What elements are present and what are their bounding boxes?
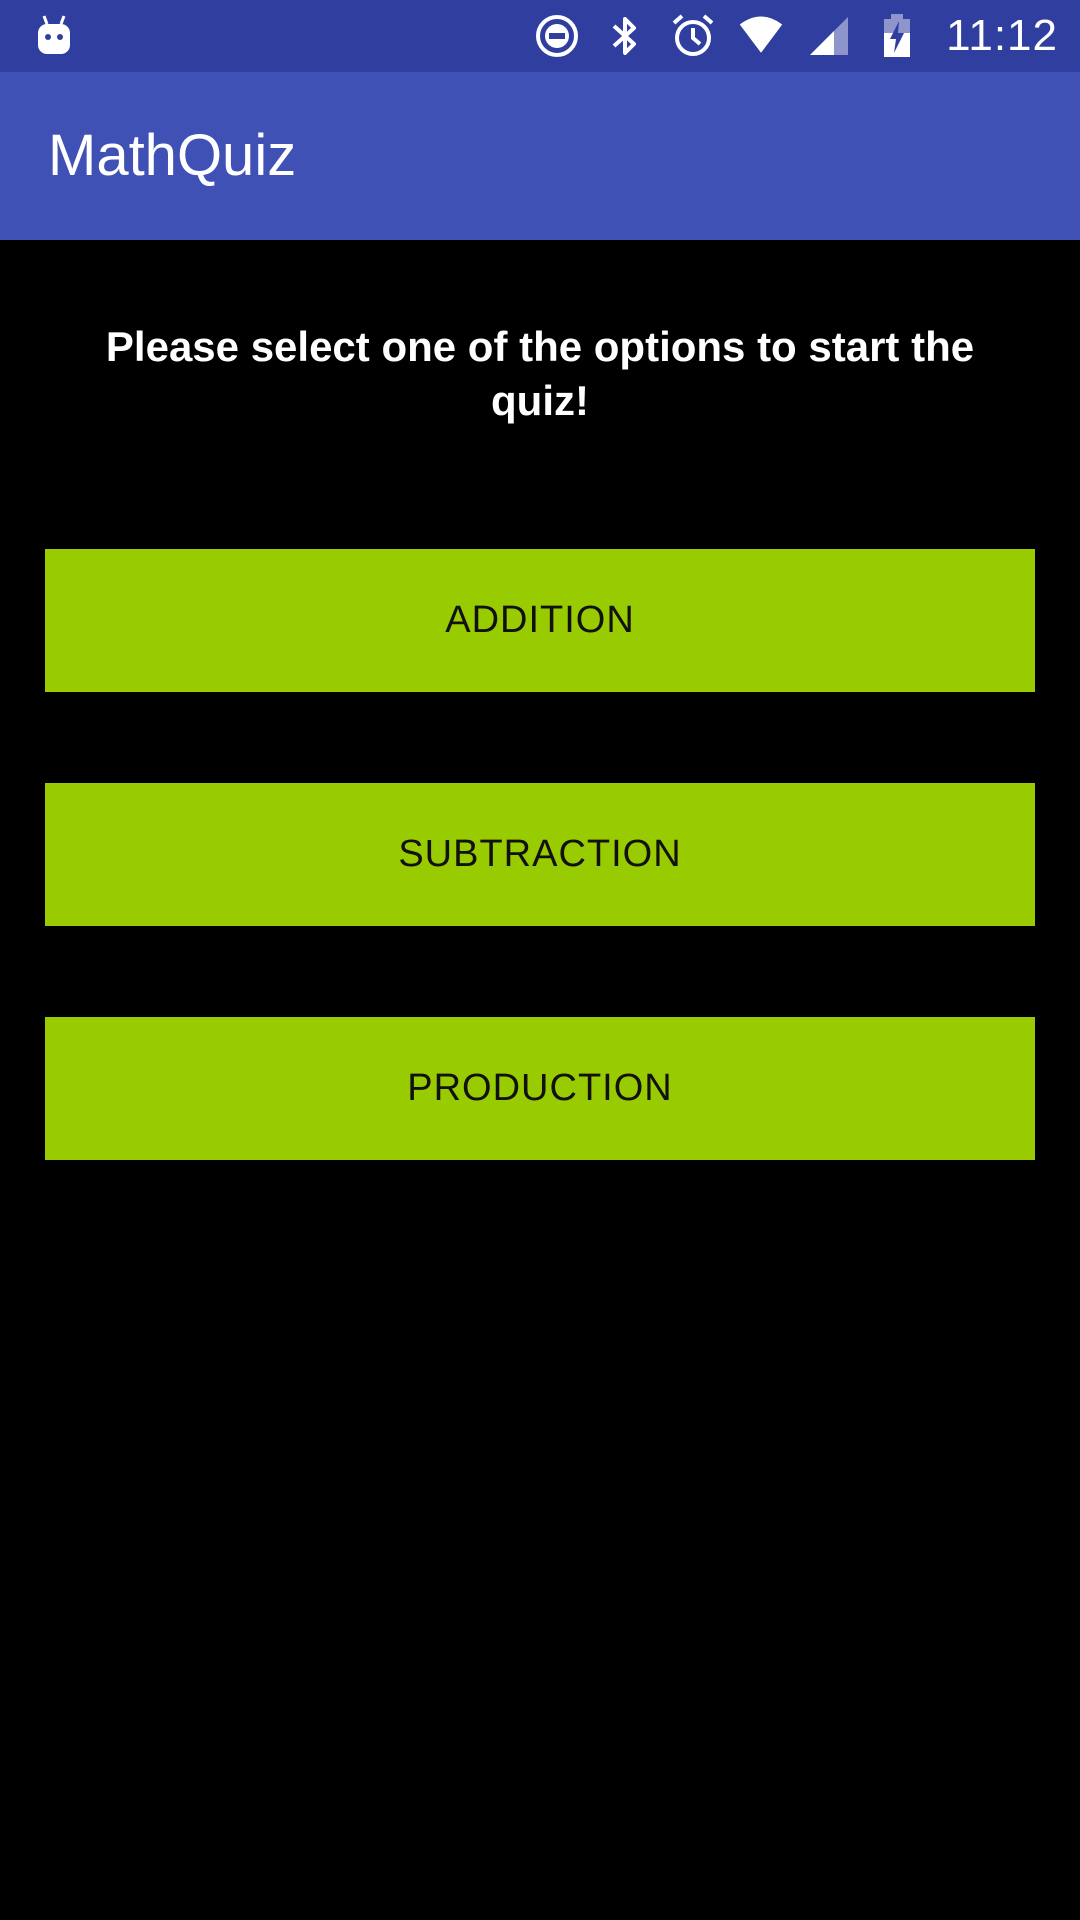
quiz-prompt: Please select one of the options to star… xyxy=(105,323,975,424)
status-bar: 11:12 xyxy=(0,0,1080,72)
do-not-disturb-icon xyxy=(534,13,580,59)
battery-charging-icon xyxy=(874,13,920,59)
production-button[interactable]: PRODUCTION xyxy=(45,1017,1035,1160)
status-time: 11:12 xyxy=(946,11,1058,60)
bluetooth-icon xyxy=(602,13,648,59)
cell-signal-icon xyxy=(806,13,852,59)
app-title: MathQuiz xyxy=(48,123,297,188)
subtraction-button[interactable]: SUBTRACTION xyxy=(45,783,1035,926)
main-content: Please select one of the options to star… xyxy=(0,240,1080,1920)
wifi-icon xyxy=(738,13,784,59)
alarm-icon xyxy=(670,13,716,59)
addition-button[interactable]: ADDITION xyxy=(45,549,1035,692)
app-bar: MathQuiz xyxy=(0,72,1080,240)
status-icons: 11:12 xyxy=(534,0,1058,72)
android-debug-icon xyxy=(34,12,74,60)
